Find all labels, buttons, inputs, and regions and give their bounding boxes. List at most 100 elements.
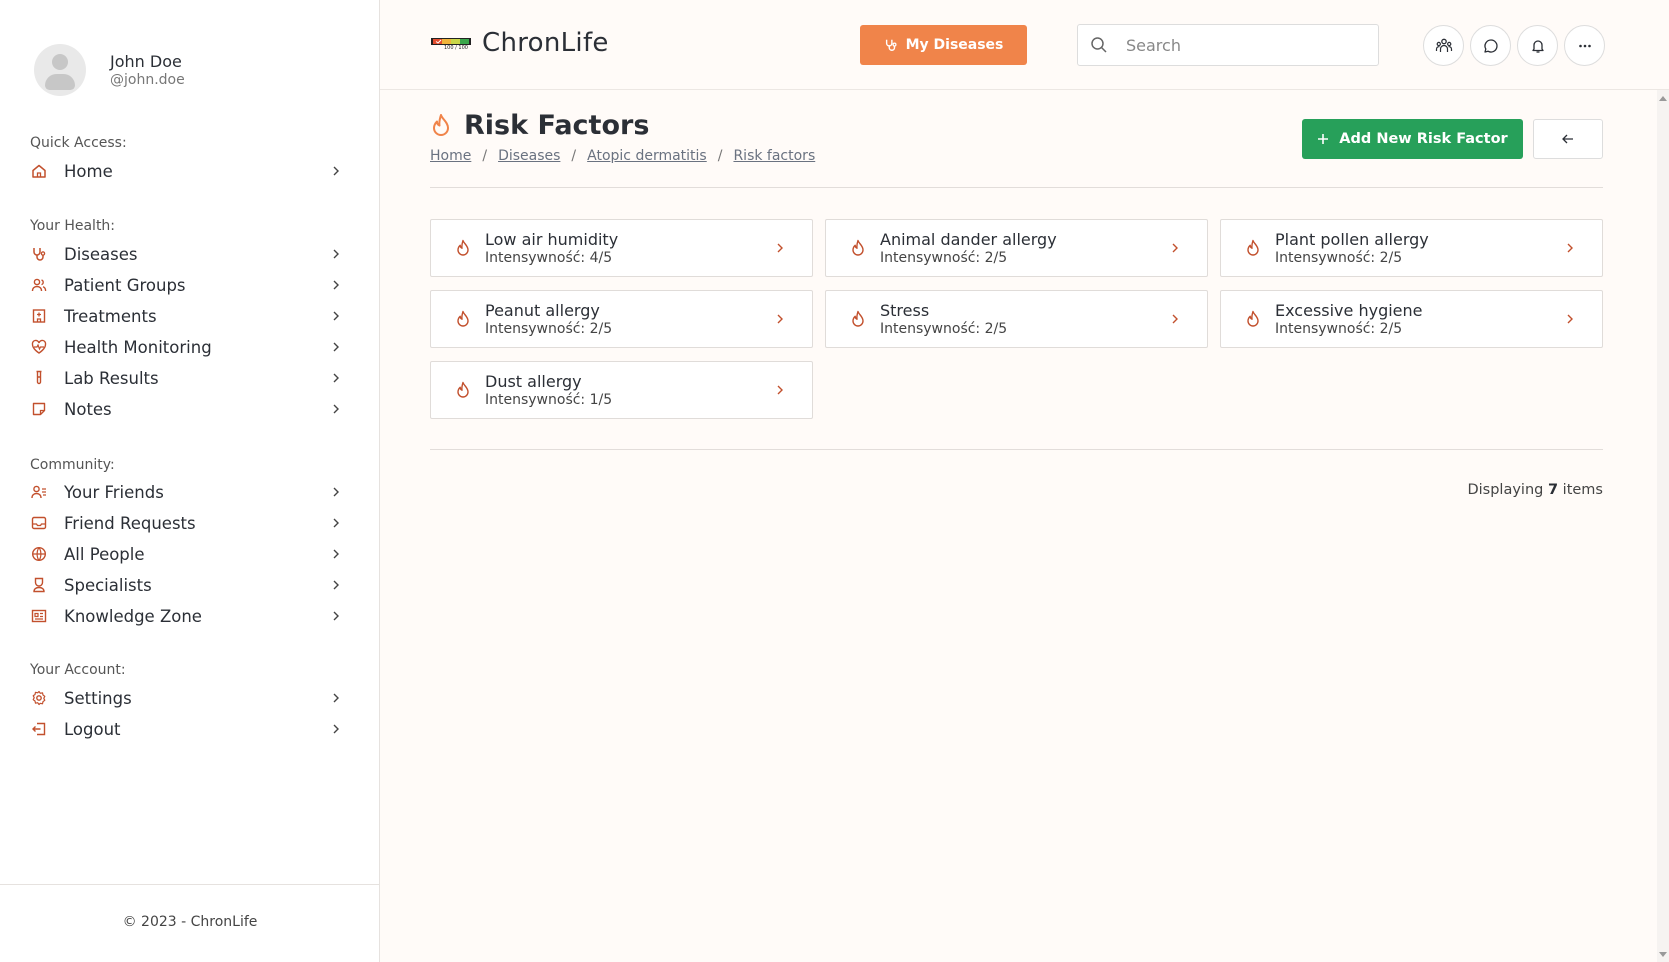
risk-factor-name: Plant pollen allergy <box>1275 229 1429 249</box>
groups-button[interactable] <box>1423 25 1464 66</box>
doctor-icon <box>30 576 48 594</box>
risk-factor-intensity: Intensywność: 1/5 <box>485 391 613 408</box>
sidebar-item-notes[interactable]: Notes <box>30 395 342 423</box>
my-diseases-button[interactable]: My Diseases <box>860 25 1027 65</box>
fire-icon <box>1247 239 1259 256</box>
chevron-right-icon <box>1172 314 1178 324</box>
chevron-right-icon <box>333 611 339 621</box>
fire-icon <box>852 239 864 256</box>
main-content: Risk Factors Home / Diseases / Atopic de… <box>380 90 1669 962</box>
user-list-icon <box>30 483 48 501</box>
sidebar-item-specialists[interactable]: Specialists <box>30 571 342 599</box>
sidebar-item-knowledge-zone[interactable]: Knowledge Zone <box>30 602 342 630</box>
risk-factor-card[interactable]: Animal dander allergy Intensywność: 2/5 <box>825 219 1208 277</box>
chevron-right-icon <box>333 404 339 414</box>
sidebar-item-treatments[interactable]: Treatments <box>30 302 342 330</box>
inbox-icon <box>30 514 48 532</box>
gear-icon <box>30 689 48 707</box>
notifications-button[interactable] <box>1517 25 1558 66</box>
chevron-right-icon <box>1567 314 1573 324</box>
chevron-right-icon <box>1172 243 1178 253</box>
risk-factor-intensity: Intensywność: 2/5 <box>485 320 613 337</box>
breadcrumb-link-diseases[interactable]: Diseases <box>498 148 560 164</box>
sidebar-footer-divider <box>0 884 380 885</box>
sidebar-item-health-monitoring[interactable]: Health Monitoring <box>30 333 342 361</box>
sidebar-item-label: Patient Groups <box>64 275 186 295</box>
chevron-right-icon <box>333 724 339 734</box>
arrow-left-icon <box>1562 134 1573 144</box>
stethoscope-icon <box>885 39 897 51</box>
sidebar-item-patient-groups[interactable]: Patient Groups <box>30 271 342 299</box>
vertical-scrollbar[interactable] <box>1657 90 1669 962</box>
page-header: Risk Factors <box>430 110 649 141</box>
messages-button[interactable] <box>1470 25 1511 66</box>
sidebar-item-settings[interactable]: Settings <box>30 684 342 712</box>
risk-factor-card[interactable]: Dust allergy Intensywność: 1/5 <box>430 361 813 419</box>
chat-bubble-icon <box>1483 38 1498 53</box>
newspaper-icon <box>30 607 48 625</box>
sidebar-item-all-people[interactable]: All People <box>30 540 342 568</box>
sidebar-item-label: Settings <box>64 688 132 708</box>
sidebar-item-label: Home <box>64 161 113 181</box>
sidebar-item-label: Lab Results <box>64 368 159 388</box>
fire-icon <box>1247 310 1259 327</box>
back-button[interactable] <box>1533 119 1603 159</box>
chevron-right-icon <box>777 385 783 395</box>
item-count: Displaying 7 items <box>1467 482 1603 498</box>
risk-factor-intensity: Intensywność: 2/5 <box>1275 249 1403 266</box>
risk-factor-card[interactable]: Plant pollen allergy Intensywność: 2/5 <box>1220 219 1603 277</box>
sidebar-item-label: Logout <box>64 719 121 739</box>
more-options-button[interactable] <box>1564 25 1605 66</box>
app-logo[interactable]: 100 / 100 ChronLife <box>430 28 609 58</box>
heart-pulse-icon <box>30 338 48 356</box>
search-input[interactable] <box>1126 35 1366 55</box>
breadcrumb: Home / Diseases / Atopic dermatitis / Ri… <box>430 148 815 164</box>
fire-icon <box>457 310 469 327</box>
item-count-suffix: items <box>1562 482 1603 498</box>
scroll-up-arrow-icon[interactable] <box>1659 96 1667 101</box>
my-diseases-label: My Diseases <box>905 37 1004 53</box>
chevron-right-icon <box>333 311 339 321</box>
section-title-community: Community: <box>30 457 115 473</box>
sidebar-item-diseases[interactable]: Diseases <box>30 240 342 268</box>
user-profile[interactable]: John Doe @john.doe <box>34 44 185 96</box>
sidebar-item-label: Specialists <box>64 575 152 595</box>
breadcrumb-link-disease[interactable]: Atopic dermatitis <box>587 148 707 164</box>
home-icon <box>30 162 48 180</box>
sidebar-item-label: All People <box>64 544 145 564</box>
chevron-right-icon <box>333 580 339 590</box>
sidebar-item-label: Notes <box>64 399 112 419</box>
stethoscope-icon <box>30 245 48 263</box>
risk-factor-name: Dust allergy <box>485 371 582 391</box>
list-divider <box>430 449 1603 450</box>
page-title: Risk Factors <box>464 110 650 141</box>
risk-factor-card[interactable]: Peanut allergy Intensywność: 2/5 <box>430 290 813 348</box>
chevron-right-icon <box>333 487 339 497</box>
fire-icon <box>433 113 449 136</box>
sidebar-item-home[interactable]: Home <box>30 157 342 185</box>
search-box[interactable] <box>1077 24 1379 66</box>
scroll-down-arrow-icon[interactable] <box>1659 952 1667 957</box>
sidebar-item-your-friends[interactable]: Your Friends <box>30 478 342 506</box>
risk-factor-card[interactable]: Low air humidity Intensywność: 4/5 <box>430 219 813 277</box>
chevron-right-icon <box>333 166 339 176</box>
risk-factor-intensity: Intensywność: 4/5 <box>485 249 613 266</box>
sidebar-item-logout[interactable]: Logout <box>30 715 342 743</box>
sidebar-item-lab-results[interactable]: Lab Results <box>30 364 342 392</box>
breadcrumb-link-risk-factors[interactable]: Risk factors <box>733 148 815 164</box>
breadcrumb-link-home[interactable]: Home <box>430 148 471 164</box>
sidebar-item-friend-requests[interactable]: Friend Requests <box>30 509 342 537</box>
risk-factor-card[interactable]: Stress Intensywność: 2/5 <box>825 290 1208 348</box>
user-handle: @john.doe <box>110 72 185 88</box>
bell-icon <box>1531 39 1544 53</box>
sidebar: John Doe @john.doe Quick Access: Home Yo… <box>0 0 380 962</box>
chevron-right-icon <box>1567 243 1573 253</box>
sidebar-item-label: Diseases <box>64 244 138 264</box>
risk-factor-name: Animal dander allergy <box>880 229 1057 249</box>
risk-factor-card[interactable]: Excessive hygiene Intensywność: 2/5 <box>1220 290 1603 348</box>
add-risk-factor-button[interactable]: Add New Risk Factor <box>1302 119 1523 159</box>
group-icon <box>1435 38 1452 52</box>
sidebar-item-label: Treatments <box>64 306 157 326</box>
risk-factor-name: Low air humidity <box>485 229 619 249</box>
item-count-prefix: Displaying <box>1467 482 1544 498</box>
